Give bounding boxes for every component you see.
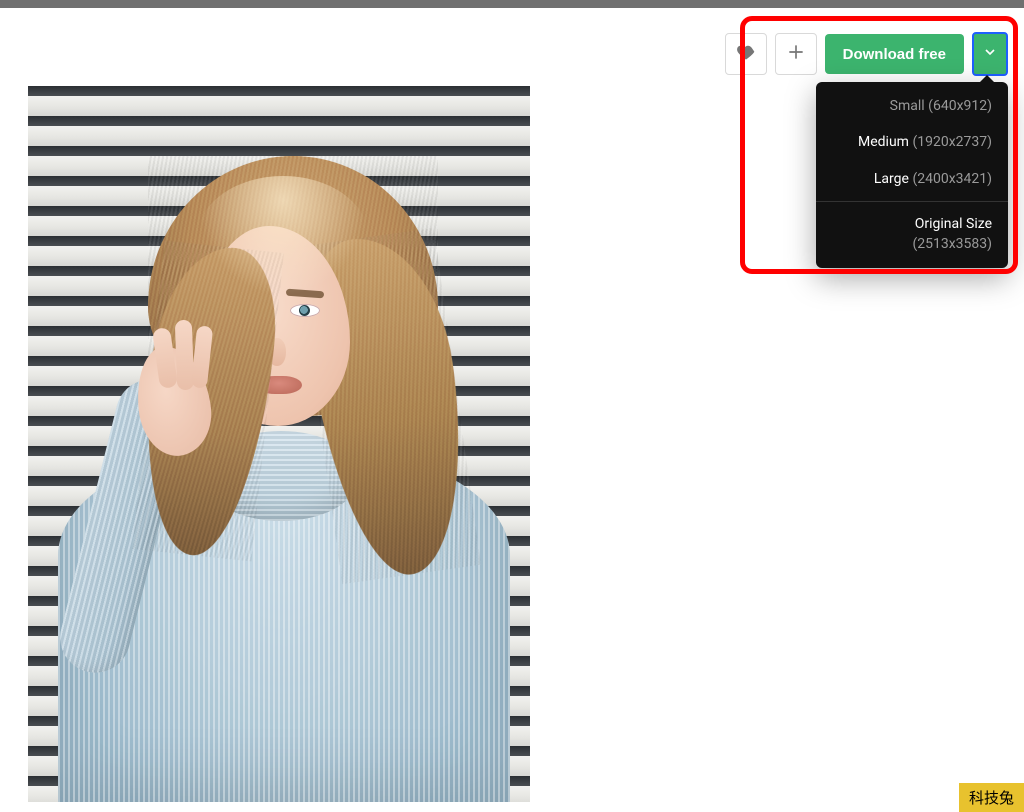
dropdown-divider	[816, 201, 1008, 202]
action-toolbar: Download free	[725, 32, 1008, 76]
chevron-down-icon	[982, 44, 998, 64]
download-size-dropdown: Small (640x912) Medium (1920x2737) Large…	[816, 82, 1008, 268]
download-free-button[interactable]: Download free	[825, 34, 964, 74]
download-free-label: Download free	[843, 46, 946, 63]
download-option-label: Medium	[858, 134, 909, 150]
download-option-label: Small	[890, 98, 925, 114]
download-option-dims: (1920x2737)	[912, 134, 992, 150]
like-button[interactable]	[725, 33, 767, 75]
download-option-label: Original Size	[915, 216, 992, 232]
download-option-large[interactable]: Large (2400x3421)	[816, 161, 1008, 197]
heart-icon	[736, 42, 756, 66]
watermark-text: 科技兔	[969, 789, 1014, 807]
add-to-collection-button[interactable]	[775, 33, 817, 75]
window-top-border	[0, 0, 1024, 8]
page: Download free Small (640x912) Medium (19…	[0, 8, 1024, 812]
download-option-medium[interactable]: Medium (1920x2737)	[816, 124, 1008, 160]
download-option-dims: (2400x3421)	[912, 171, 992, 187]
download-size-dropdown-toggle[interactable]	[972, 32, 1008, 76]
download-option-dims: (2513x3583)	[912, 236, 992, 252]
download-option-dims: (640x912)	[928, 98, 992, 114]
watermark-badge: 科技兔	[959, 783, 1024, 812]
download-option-original[interactable]: Original Size (2513x3583)	[816, 206, 1008, 263]
plus-icon	[786, 42, 806, 66]
photo-preview	[28, 86, 530, 802]
download-option-label: Large	[874, 171, 909, 187]
download-option-small[interactable]: Small (640x912)	[816, 88, 1008, 124]
photo-subject	[28, 86, 530, 802]
